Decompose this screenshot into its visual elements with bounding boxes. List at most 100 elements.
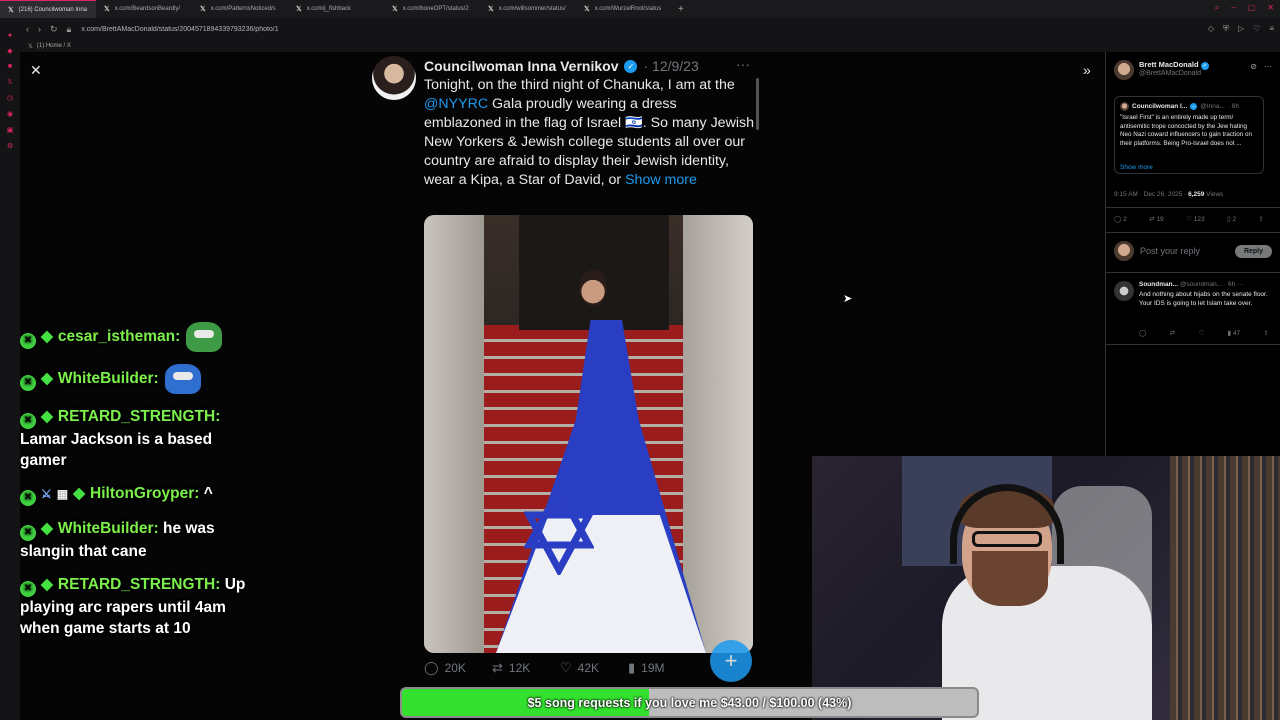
reply-button[interactable]: ◯ 2	[1114, 215, 1127, 223]
chat-message: ✕ ◆ RETARD_STRENGTH: Lamar Jackson is a bas…	[20, 408, 221, 469]
donation-label: $5 song requests if you love me $43.00 /…	[527, 695, 852, 710]
browser-tab[interactable]: 𝕏x.com/boneOPT/status/2	[384, 0, 480, 18]
mention-link[interactable]: @NYYRC	[424, 96, 488, 112]
pepe-emote-icon	[186, 322, 223, 352]
browser-tab[interactable]: 𝕏x.com/BeardsonBeardly/	[96, 0, 192, 18]
browser-tab[interactable]: 𝕏x.com/PatternsNoticed/s	[192, 0, 288, 18]
reply-submit-button[interactable]: Reply	[1234, 244, 1272, 258]
x-logo-icon: 𝕏	[8, 6, 14, 14]
show-more-link[interactable]: Show more	[625, 172, 697, 188]
chevron-right-icon[interactable]: »	[1083, 62, 1091, 78]
author-name[interactable]: Councilwoman Inna Vernikov	[424, 58, 618, 74]
tweet-date[interactable]: · 12/9/23	[643, 58, 698, 74]
verified-icon: ✓	[624, 59, 638, 73]
sidebar-icon[interactable]: ●	[8, 32, 12, 39]
diamond-icon: ◆	[41, 370, 53, 388]
new-tab-icon[interactable]: +	[672, 4, 690, 15]
chat-message: ✕ ⚔ ▦ ◆ HiltonGroyper: ^	[20, 483, 260, 506]
reload-icon[interactable]: ↻	[50, 24, 58, 35]
minimize-icon[interactable]: –	[1231, 3, 1235, 13]
browser-tab[interactable]: 𝕏x.com/WurzelRoot/status	[576, 0, 672, 18]
bookmark-button[interactable]: ▯ 2	[1227, 215, 1236, 223]
nav-buttons: ‹ › ↻ 🔒︎	[26, 24, 71, 35]
reply-icon[interactable]: ◯	[1139, 329, 1146, 337]
post-author: Brett MacDonald ✓ @BrettAMacDonald	[1114, 60, 1209, 80]
forward-icon[interactable]: ›	[38, 24, 41, 35]
address-bar: ‹ › ↻ 🔒︎ x.com/BrettAMacDonald/status/20…	[20, 18, 1280, 40]
webcam-feed	[812, 456, 1280, 720]
avatar[interactable]	[1114, 60, 1134, 80]
search-icon[interactable]: ⌕	[1215, 3, 1219, 13]
star-of-david-icon	[524, 485, 594, 575]
bookmark-icon[interactable]: ◇	[1208, 24, 1214, 34]
show-more-link[interactable]: Show more	[1120, 164, 1153, 171]
chat-message: ✕ ◆ WhiteBuilder: he was slangin that cane	[20, 520, 215, 560]
views-button[interactable]: ▮ 19M	[628, 660, 696, 676]
sidebar-icon[interactable]: ■	[8, 63, 12, 70]
more-options-icon: ···	[1237, 281, 1244, 288]
browser-tab[interactable]: 𝕏x.com/willsommer/status/	[480, 0, 576, 18]
url-field[interactable]: x.com/BrettAMacDonald/status/20045718943…	[81, 26, 1198, 33]
scrollbar[interactable]	[756, 78, 759, 130]
chat-message: ✕ ◆ RETARD_STRENGTH: Up playing arc rapers…	[20, 576, 246, 637]
play-icon[interactable]: ▷	[1238, 24, 1244, 34]
post-actions: ◯ 2 ⇄ 19 ♡ 123 ▯ 2 ⇪	[1114, 215, 1264, 223]
more-options-icon[interactable]: ···	[736, 56, 750, 72]
avatar	[1114, 241, 1134, 261]
x-logo-icon: 𝕏	[104, 6, 110, 13]
reply-input[interactable]: Post your reply	[1140, 246, 1229, 256]
mod-badge-icon: ✕	[20, 333, 36, 350]
avatar[interactable]	[372, 56, 416, 100]
back-icon[interactable]: ‹	[26, 24, 29, 35]
x-logo-icon: 𝕏	[28, 43, 33, 50]
sidebar-icon[interactable]: ⚙	[7, 142, 13, 150]
browser-tab[interactable]: 𝕏 (216) Councilwoman Inna	[0, 0, 96, 18]
more-options-icon[interactable]: ···	[1264, 62, 1272, 71]
verified-icon: ✓	[1200, 62, 1209, 70]
quote-text: "Israel First" is an entirely made up te…	[1120, 114, 1252, 147]
mod-badge-icon: ✕	[20, 375, 36, 392]
window-controls: ⌕ – ▢ ✕	[1215, 3, 1274, 13]
bookmark-home[interactable]: (1) Home / X	[37, 43, 71, 49]
diamond-icon: ◆	[73, 485, 86, 502]
shield-icon[interactable]: ⛨	[1223, 24, 1229, 34]
sidebar-icon[interactable]: ◉	[7, 110, 13, 118]
share-icon[interactable]: ⇪	[1264, 329, 1269, 337]
tweet-text: Tonight, on the third night of Chanuka, …	[424, 77, 754, 188]
diamond-icon: ◆	[41, 576, 53, 593]
like-button[interactable]: ♡ 123	[1186, 215, 1205, 223]
post-tools: ⊘ ···	[1250, 62, 1272, 71]
compose-button[interactable]: +	[710, 640, 752, 682]
close-window-icon[interactable]: ✕	[1267, 3, 1274, 13]
x-logo-icon: 𝕏	[488, 6, 494, 13]
grok-icon[interactable]: ⊘	[1250, 62, 1257, 71]
tweet-photo[interactable]	[424, 215, 753, 653]
sidebar-icon[interactable]: ◆	[7, 47, 12, 55]
reply-button[interactable]: ◯ 20K	[424, 660, 492, 676]
sidebar-icon[interactable]: ◷	[7, 94, 13, 102]
sidebar-icon[interactable]: ▣	[7, 126, 14, 134]
avatar[interactable]	[1114, 281, 1134, 301]
x-logo-icon: 𝕏	[584, 6, 590, 13]
share-icon[interactable]: ⇪	[1259, 215, 1264, 223]
verified-icon: ✓	[1190, 103, 1198, 110]
browser-tab[interactable]: 𝕏x.com/j_fishback	[288, 0, 384, 18]
repost-button[interactable]: ⇄ 19	[1149, 215, 1164, 223]
x-logo-icon[interactable]: 𝕏	[7, 78, 13, 86]
like-button[interactable]: ♡ 42K	[560, 660, 628, 676]
x-logo-icon: 𝕏	[200, 6, 206, 13]
mod-badge-icon: ✕	[20, 413, 36, 429]
heart-icon[interactable]: ♡	[1198, 329, 1204, 337]
repost-icon[interactable]: ⇄	[1170, 329, 1175, 337]
close-icon[interactable]: ✕	[30, 62, 42, 79]
repost-button[interactable]: ⇄ 12K	[492, 660, 560, 676]
avatar	[1120, 102, 1129, 111]
maximize-icon[interactable]: ▢	[1248, 3, 1256, 13]
views-button[interactable]: ▮ 47	[1228, 329, 1241, 337]
bookmarks-bar: 𝕏 (1) Home / X	[20, 40, 1280, 52]
menu-icon[interactable]: ≡	[1269, 24, 1274, 34]
reply-item[interactable]: Soundman... @soundman... · 6h ··· And no…	[1114, 281, 1274, 308]
heart-icon[interactable]: ♡	[1253, 24, 1260, 34]
chat-message: ✕ ◆ cesar_istheman:	[20, 322, 260, 352]
quoted-post[interactable]: Councilwoman I... ✓ @Inna... · 8h "Israe…	[1114, 96, 1264, 174]
